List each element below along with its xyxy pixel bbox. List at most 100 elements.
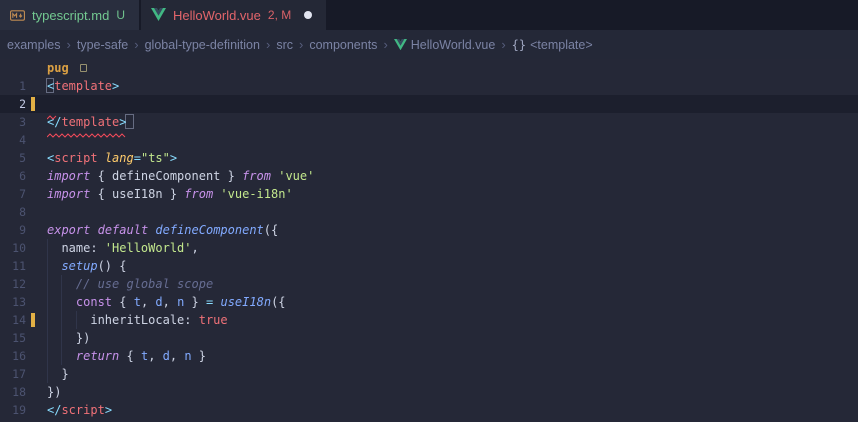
breadcrumb-item-global-type-definition[interactable]: global-type-definition [145, 38, 260, 52]
token: }) [47, 331, 90, 345]
token: > [105, 403, 112, 417]
error-squiggle [47, 125, 126, 130]
token: { defineComponent } [90, 169, 242, 183]
vscode-editor-window: typescript.mdUHelloWorld.vue2, M example… [0, 0, 858, 422]
token: ({ [271, 295, 285, 309]
code-line[interactable]: 7import { useI18n } from 'vue-i18n' [0, 185, 858, 203]
line-number: 19 [0, 401, 26, 419]
token: from [242, 169, 271, 183]
code-line[interactable]: 8 [0, 203, 858, 221]
code-line[interactable]: 14 inheritLocale: true [0, 311, 858, 329]
breadcrumb-label: src [276, 38, 293, 52]
token: name: [47, 241, 105, 255]
token: n [184, 349, 191, 363]
token: () { [98, 259, 127, 273]
code-lines: 1<template>23</template>45<script lang="… [0, 77, 858, 419]
token: ({ [264, 223, 278, 237]
token: </ [47, 403, 61, 417]
token: , [192, 241, 199, 255]
breadcrumb-item--template-[interactable]: {}<template> [512, 38, 593, 52]
token: return [76, 349, 119, 363]
code-line[interactable]: 5<script lang="ts"> [0, 149, 858, 167]
git-modified-indicator [31, 97, 35, 111]
token: script [54, 151, 97, 165]
token: "ts" [141, 151, 170, 165]
line-number: 14 [0, 311, 26, 329]
breadcrumb: examples › type-safe › global-type-definitio… [0, 30, 858, 59]
breadcrumb-item-type-safe[interactable]: type-safe [77, 38, 128, 52]
code-line[interactable]: 3</template> [0, 113, 858, 131]
code-text: import { useI18n } from 'vue-i18n' [47, 185, 293, 203]
token: import [47, 187, 90, 201]
code-text: <script lang="ts"> [47, 149, 177, 167]
bracket-match-box [125, 114, 133, 129]
token: 'HelloWorld' [105, 241, 192, 255]
code-editor[interactable]: pug 1<template>23</template>45<script la… [0, 59, 858, 422]
token: import [47, 169, 90, 183]
code-line[interactable]: 2 [0, 95, 858, 113]
code-text: setup() { [47, 257, 126, 275]
code-line[interactable]: 11 setup() { [0, 257, 858, 275]
line-number: 2 [0, 95, 26, 113]
template-lang-hint-row: pug [0, 59, 858, 77]
line-number: 4 [0, 131, 26, 149]
hint-box-icon[interactable] [80, 64, 87, 72]
token: useI18n [220, 295, 271, 309]
tab-git-badge: U [116, 8, 125, 22]
chevron-right-icon: › [383, 37, 387, 52]
code-line[interactable]: 15 }) [0, 329, 858, 347]
tab-helloworld-vue[interactable]: HelloWorld.vue2, M [141, 0, 326, 30]
code-line[interactable]: 4 [0, 131, 858, 149]
token: // use global scope [47, 277, 213, 291]
breadcrumb-item-components[interactable]: components [309, 38, 377, 52]
token [47, 349, 76, 363]
breadcrumb-item-examples[interactable]: examples [7, 38, 61, 52]
tab-label: typescript.md [32, 8, 109, 23]
code-line[interactable]: 10 name: 'HelloWorld', [0, 239, 858, 257]
code-line[interactable]: 16 return { t, d, n } [0, 347, 858, 365]
tab-typescript-md[interactable]: typescript.md U [0, 0, 139, 30]
code-line[interactable]: 1<template> [0, 77, 858, 95]
breadcrumb-label: examples [7, 38, 61, 52]
token: default [98, 223, 149, 237]
code-text: }) [47, 383, 61, 401]
template-lang-hint[interactable]: pug [47, 59, 69, 77]
breadcrumb-item-helloworld-vue[interactable]: HelloWorld.vue [394, 38, 496, 52]
code-line[interactable]: 19 </script> [0, 401, 858, 419]
breadcrumb-label: <template> [530, 38, 593, 52]
dirty-indicator[interactable] [304, 11, 312, 19]
tab-git-badge: 2, M [268, 8, 291, 22]
token: const [76, 295, 112, 309]
breadcrumb-item-src[interactable]: src [276, 38, 293, 52]
code-line[interactable]: 12 // use global scope [0, 275, 858, 293]
code-text: export default defineComponent({ [47, 221, 278, 239]
chevron-right-icon: › [299, 37, 303, 52]
token: export [47, 223, 90, 237]
token: from [184, 187, 213, 201]
line-number: 3 [0, 113, 26, 131]
code-text: // use global scope [47, 275, 213, 293]
token [47, 259, 61, 273]
code-line[interactable]: 6import { defineComponent } from 'vue' [0, 167, 858, 185]
token: , [141, 295, 155, 309]
chevron-right-icon: › [134, 37, 138, 52]
token: inheritLocale: [47, 313, 199, 327]
code-line[interactable]: 9export default defineComponent({ [0, 221, 858, 239]
breadcrumb-label: global-type-definition [145, 38, 260, 52]
line-number: 11 [0, 257, 26, 275]
token: = [134, 151, 141, 165]
token [90, 223, 97, 237]
code-text: const { t, d, n } = useI18n({ [47, 293, 286, 311]
chevron-right-icon: › [501, 37, 505, 52]
code-line[interactable]: 17 } [0, 365, 858, 383]
code-text: return { t, d, n } [47, 347, 206, 365]
token: d [155, 295, 162, 309]
token: defineComponent [155, 223, 263, 237]
line-number: 13 [0, 293, 26, 311]
code-text: </script> [47, 401, 112, 419]
code-line[interactable]: 13 const { t, d, n } = useI18n({ [0, 293, 858, 311]
code-line[interactable]: 18}) [0, 383, 858, 401]
breadcrumb-label: components [309, 38, 377, 52]
token: > [170, 151, 177, 165]
token: true [199, 313, 228, 327]
